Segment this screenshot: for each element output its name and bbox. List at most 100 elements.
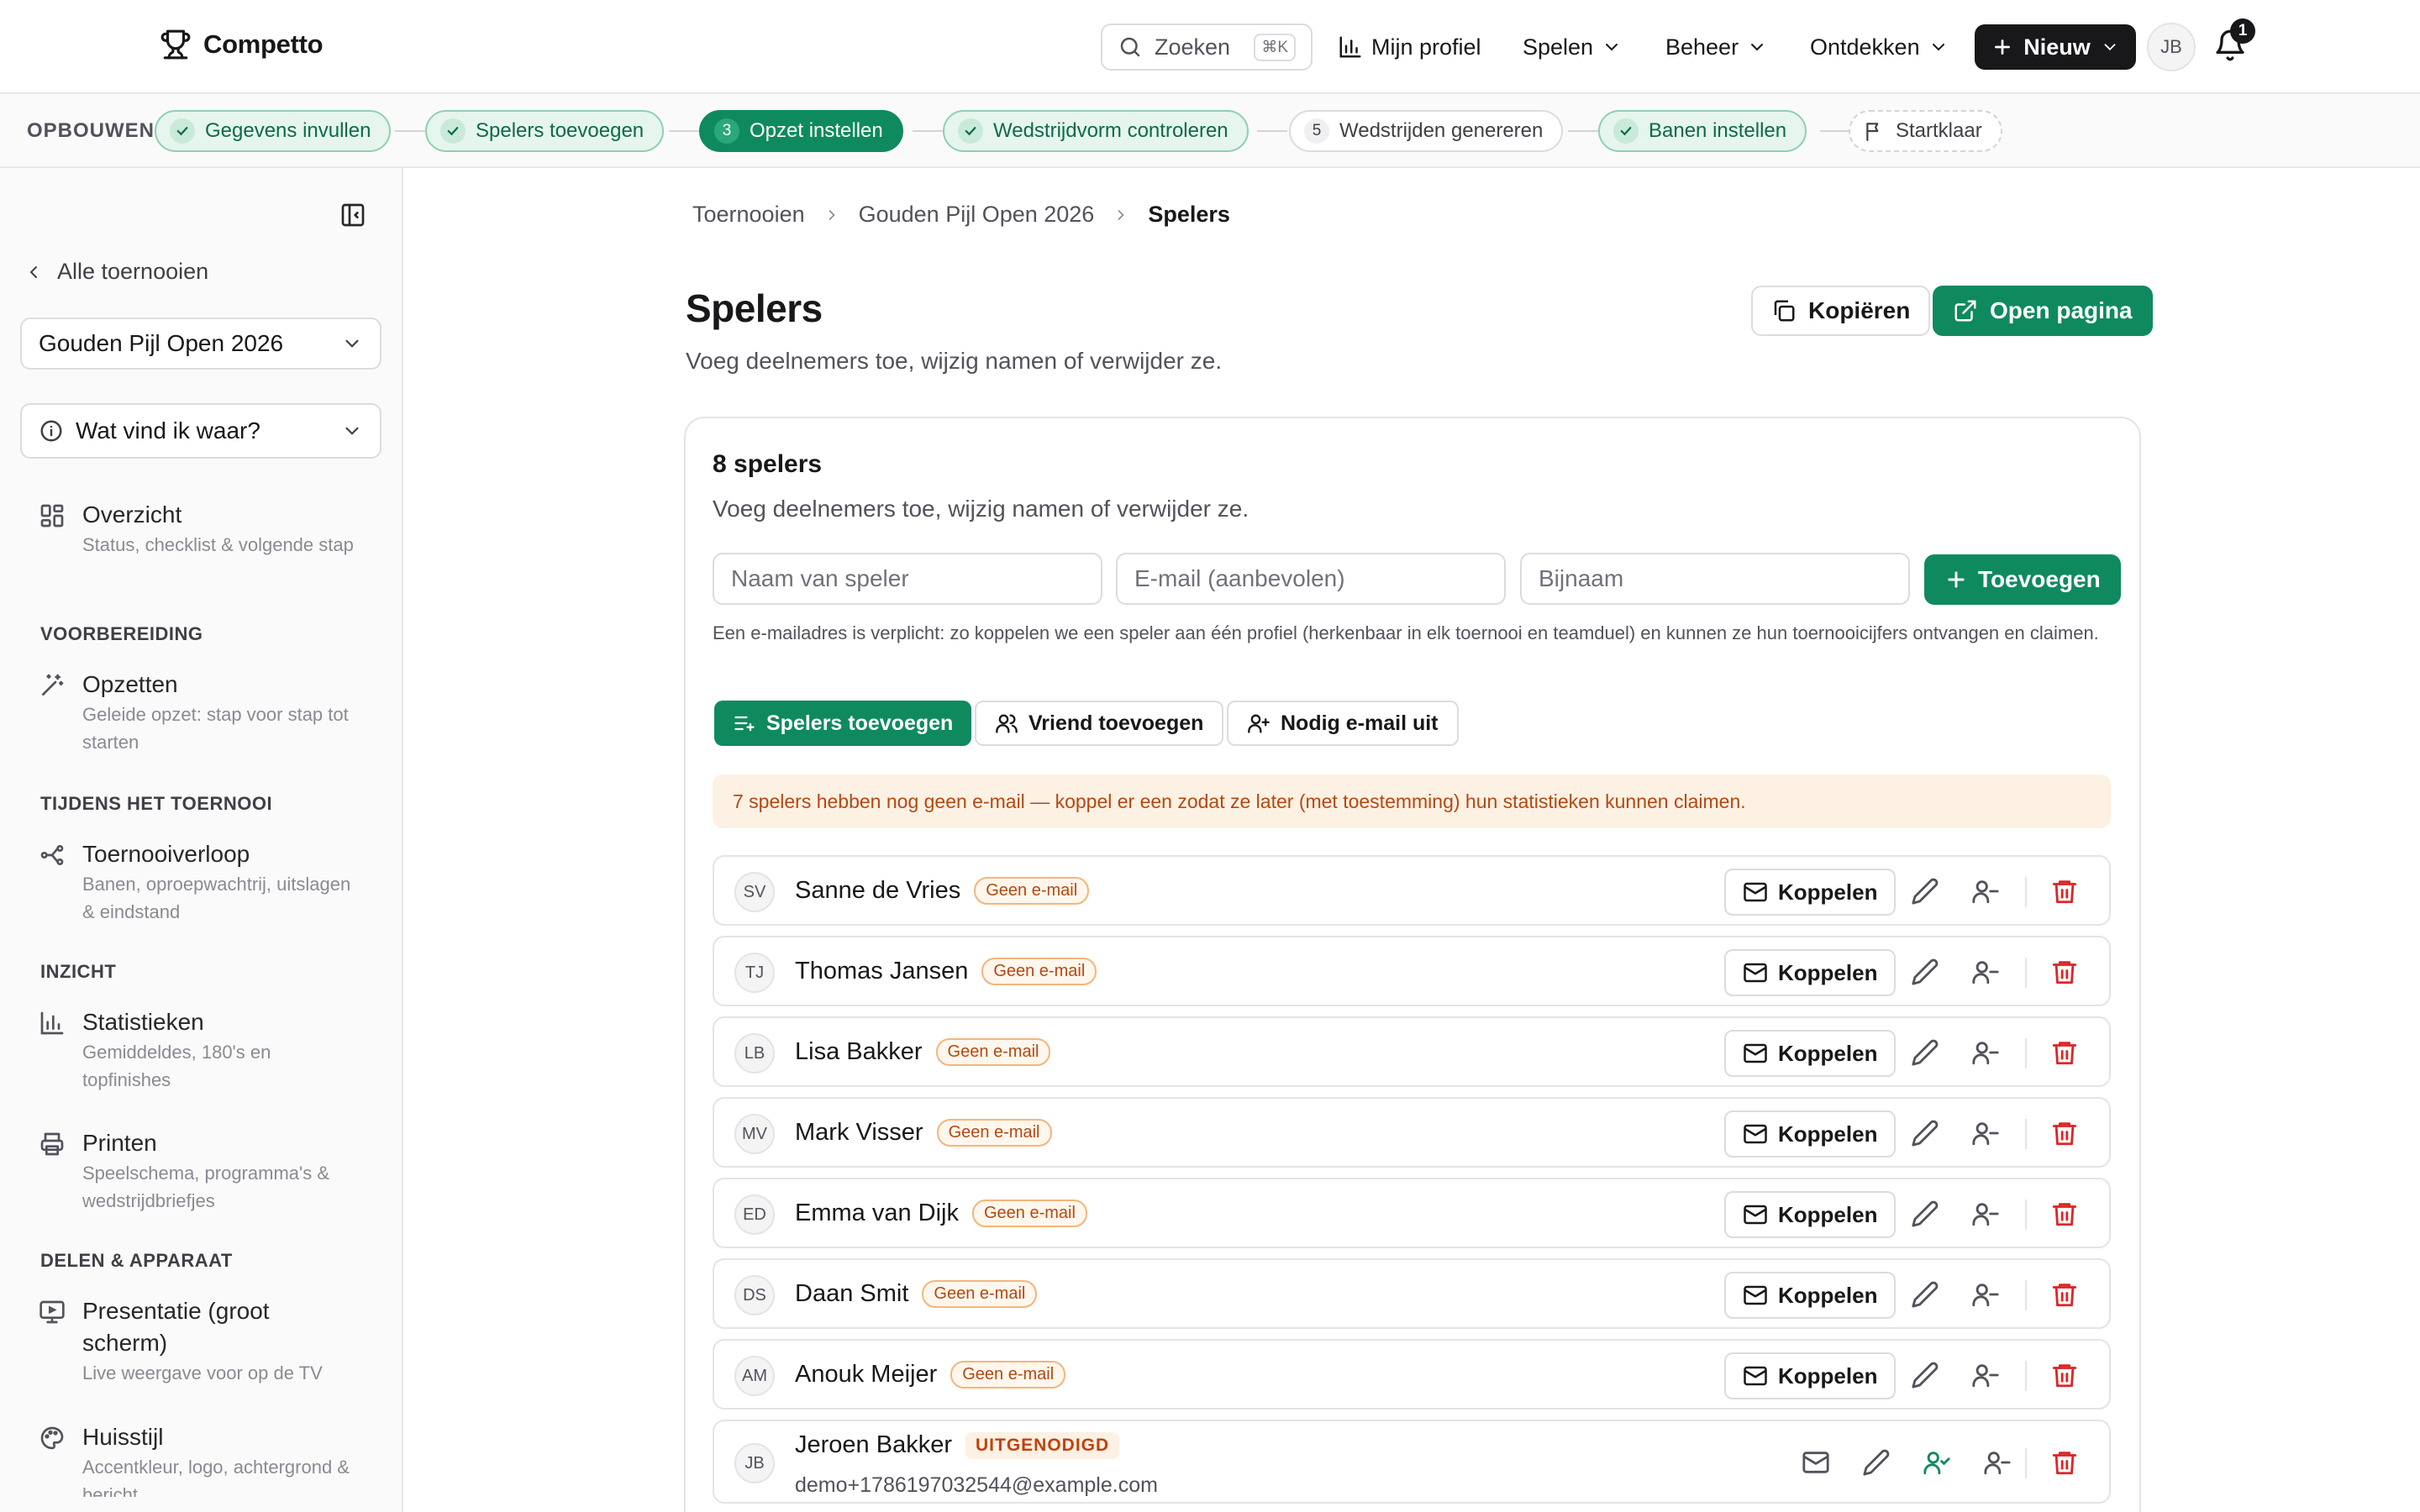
link-email-label: Koppelen (1778, 1282, 1878, 1308)
search-button[interactable]: Zoeken ⌘K (1101, 24, 1313, 71)
link-email-button[interactable]: Koppelen (1724, 1030, 1897, 1077)
app-logo[interactable]: Competto (160, 29, 324, 60)
user-minus-icon[interactable] (1971, 1038, 2000, 1067)
mail-icon (1743, 1283, 1768, 1308)
player-name: Jeroen Bakker (795, 1431, 952, 1458)
sidebar-item-toernooiverloop[interactable]: Toernooiverloop Banen, oproepwachtrij, ui… (39, 838, 360, 926)
mail-icon[interactable] (1802, 1448, 1830, 1477)
no-email-badge: Geen e-mail (950, 1361, 1066, 1389)
open-page-button[interactable]: Open pagina (1933, 286, 2153, 336)
nav-label: Mijn profiel (1371, 34, 1481, 60)
trash-icon[interactable] (2050, 1038, 2079, 1067)
help-select[interactable]: Wat vind ik waar? (20, 403, 381, 459)
link-email-button[interactable]: Koppelen (1724, 1110, 1897, 1158)
mail-icon (1743, 1041, 1768, 1066)
player-row: AM Anouk Meijer Geen e-mail Koppelen (713, 1339, 2111, 1410)
sidebar-item-presentatie[interactable]: Presentatie (groot scherm) Live weergave … (39, 1295, 360, 1387)
player-row: ED Emma van Dijk Geen e-mail Koppelen (713, 1178, 2111, 1248)
user-minus-icon[interactable] (1971, 958, 2000, 986)
pencil-icon[interactable] (1911, 1361, 1939, 1389)
trash-icon[interactable] (2050, 1119, 2079, 1147)
player-nickname-input[interactable] (1520, 553, 1910, 605)
chevron-right-icon (1113, 207, 1129, 223)
breadcrumb-item[interactable]: Toernooien (692, 202, 805, 228)
tab-spelers-toevoegen[interactable]: Spelers toevoegen (714, 701, 972, 746)
pencil-icon[interactable] (1911, 1119, 1939, 1147)
trash-icon[interactable] (2050, 1361, 2079, 1389)
trash-icon[interactable] (2050, 1200, 2079, 1228)
step-spelers-toevoegen[interactable]: Spelers toevoegen (425, 110, 665, 152)
link-email-button[interactable]: Koppelen (1724, 949, 1897, 996)
tab-nodig-email-uit[interactable]: Nodig e-mail uit (1227, 701, 1459, 746)
user-check-icon[interactable] (1923, 1448, 1951, 1477)
nav-spelen[interactable]: Spelen (1523, 29, 1622, 65)
link-email-button[interactable]: Koppelen (1724, 1352, 1897, 1399)
open-page-button-label: Open pagina (1990, 297, 2133, 323)
back-to-tournaments-link[interactable]: Alle toernooien (24, 259, 208, 285)
trash-icon[interactable] (2050, 1448, 2079, 1477)
trophy-icon (160, 29, 192, 60)
nav-beheer[interactable]: Beheer (1665, 29, 1767, 65)
player-avatar: SV (734, 872, 775, 912)
sidebar-item-title: Presentatie (groot scherm) (82, 1298, 270, 1356)
link-email-button[interactable]: Koppelen (1724, 869, 1897, 916)
step-startklaar[interactable]: Startklaar (1849, 110, 2002, 152)
sidebar-item-desc: Banen, oproepwachtrij, uitslagen & einds… (82, 874, 351, 922)
user-avatar[interactable]: JB (2147, 23, 2196, 71)
trash-icon[interactable] (2050, 958, 2079, 986)
chevron-down-icon (1602, 37, 1622, 57)
user-minus-icon[interactable] (1971, 1200, 2000, 1228)
plus-icon (1944, 568, 1968, 591)
step-opzet-instellen[interactable]: 3 Opzet instellen (699, 110, 903, 152)
no-email-badge: Geen e-mail (936, 1119, 1052, 1147)
add-player-button[interactable]: Toevoegen (1924, 554, 2121, 605)
link-email-label: Koppelen (1778, 879, 1878, 905)
pencil-icon[interactable] (1862, 1448, 1891, 1477)
player-email-input[interactable] (1116, 553, 1506, 605)
user-minus-icon[interactable] (1971, 877, 2000, 906)
step-wedstrijdvorm-controleren[interactable]: Wedstrijdvorm controleren (943, 110, 1249, 152)
sidebar-collapse-icon[interactable] (339, 202, 366, 228)
player-email: demo+1786197032544@example.com (795, 1473, 1158, 1497)
magic-wand-icon (39, 669, 67, 756)
player-name-input[interactable] (713, 553, 1102, 605)
step-banen-instellen[interactable]: Banen instellen (1598, 110, 1807, 152)
tournament-select[interactable]: Gouden Pijl Open 2026 (20, 318, 381, 370)
trash-icon[interactable] (2050, 877, 2079, 906)
user-minus-icon[interactable] (1983, 1448, 2012, 1477)
sidebar-item-overzicht[interactable]: Overzicht Status, checklist & volgende st… (39, 499, 360, 559)
nav-mijn-profiel[interactable]: Mijn profiel (1338, 29, 1481, 65)
sidebar-item-desc: Accentkleur, logo, achtergrond & bericht (82, 1457, 350, 1497)
step-connector (913, 130, 943, 132)
sidebar-item-huisstijl[interactable]: Huisstijl Accentkleur, logo, achtergrond … (39, 1421, 385, 1497)
sidebar-item-opzetten[interactable]: Opzetten Geleide opzet: stap voor stap to… (39, 669, 360, 756)
check-icon (958, 118, 983, 144)
user-minus-icon[interactable] (1971, 1361, 2000, 1389)
step-connector (1820, 130, 1849, 132)
pencil-icon[interactable] (1911, 958, 1939, 986)
check-icon (1613, 118, 1639, 144)
step-label: Wedstrijdvorm controleren (993, 119, 1228, 142)
step-label: Startklaar (1896, 119, 1982, 142)
nav-ontdekken[interactable]: Ontdekken (1810, 29, 1949, 65)
user-minus-icon[interactable] (1971, 1119, 2000, 1147)
pencil-icon[interactable] (1911, 1038, 1939, 1067)
new-button[interactable]: Nieuw (1975, 24, 2136, 70)
copy-button[interactable]: Kopiëren (1751, 286, 1931, 336)
sidebar-item-printen[interactable]: Printen Speelschema, programma's & wedstr… (39, 1127, 360, 1215)
pencil-icon[interactable] (1911, 877, 1939, 906)
sidebar-item-statistieken[interactable]: Statistieken Gemiddeldes, 180's en topfin… (39, 1006, 360, 1094)
step-wedstrijden-genereren[interactable]: 5 Wedstrijden genereren (1289, 110, 1564, 152)
step-gegevens-invullen[interactable]: Gegevens invullen (155, 110, 392, 152)
trash-icon[interactable] (2050, 1280, 2079, 1309)
search-label: Zoeken (1155, 34, 1231, 60)
link-email-button[interactable]: Koppelen (1724, 1272, 1897, 1319)
link-email-button[interactable]: Koppelen (1724, 1191, 1897, 1238)
user-minus-icon[interactable] (1971, 1280, 2000, 1309)
chevron-down-icon (1747, 37, 1767, 57)
players-count-title: 8 spelers (713, 450, 823, 478)
pencil-icon[interactable] (1911, 1280, 1939, 1309)
tab-vriend-toevoegen[interactable]: Vriend toevoegen (975, 701, 1224, 746)
breadcrumb-item[interactable]: Gouden Pijl Open 2026 (859, 202, 1095, 228)
pencil-icon[interactable] (1911, 1200, 1939, 1228)
